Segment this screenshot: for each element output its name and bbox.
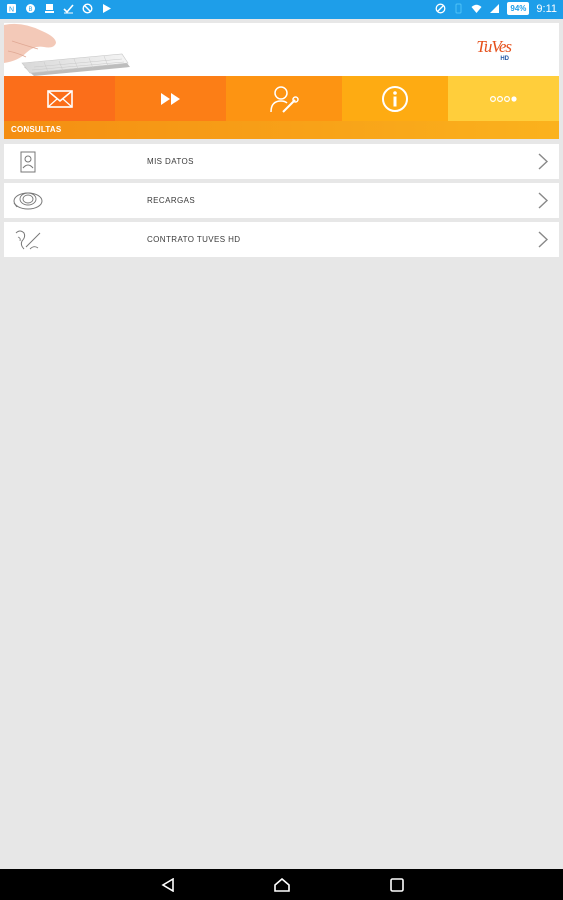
status-bar-system: 94% 9:11 (435, 2, 557, 15)
list-item-label: CONTRATO TUVES HD (147, 235, 241, 244)
list-item-recargas[interactable]: RECARGAS (4, 183, 559, 218)
section-header: CONSULTAS (4, 121, 559, 139)
back-icon[interactable] (160, 878, 176, 892)
toolbar-forward-button[interactable] (115, 76, 226, 121)
globe-icon: B (26, 4, 35, 13)
wifi-icon (471, 4, 482, 13)
status-bar-notifications: N B (6, 3, 112, 14)
info-icon (382, 85, 408, 112)
app-header: TuVes HD (4, 23, 559, 76)
list-item-label: MIS DATOS (147, 157, 194, 166)
toolbar-info-button[interactable] (342, 76, 448, 121)
download-icon (45, 4, 54, 13)
more-dots-icon (489, 95, 517, 102)
signal-icon (490, 4, 500, 13)
home-icon[interactable] (274, 878, 290, 892)
sim-icon (455, 3, 462, 14)
notification-icon: N (7, 4, 16, 14)
tuves-logo-hd: HD (500, 56, 509, 62)
toolbar-more-button[interactable] (448, 76, 559, 121)
mail-icon (46, 89, 73, 108)
list-item-contrato[interactable]: CONTRATO TUVES HD (4, 222, 559, 257)
contract-signature-icon (15, 230, 41, 250)
battery-indicator: 94% (507, 2, 530, 15)
toolbar-user-settings-button[interactable] (226, 76, 342, 121)
check-icon (63, 4, 74, 14)
recent-apps-icon[interactable] (389, 878, 405, 892)
system-navigation-bar (0, 869, 563, 900)
status-bar: N B 94% 9:11 (0, 0, 563, 19)
main-toolbar (4, 76, 559, 121)
user-settings-icon (270, 85, 299, 113)
svg-text:N: N (9, 7, 14, 14)
fast-forward-icon (160, 92, 180, 105)
id-card-icon (20, 151, 36, 173)
consultas-list: MIS DATOS RECARGAS CONTRATO TUVES HD (4, 144, 559, 261)
blocked-icon (82, 3, 93, 14)
toolbar-mail-button[interactable] (4, 76, 115, 121)
list-item-label: RECARGAS (147, 196, 196, 205)
chevron-right-icon (538, 192, 549, 209)
do-not-disturb-icon (435, 3, 446, 14)
section-title: CONSULTAS (11, 125, 62, 134)
play-store-icon (103, 4, 111, 13)
clock: 9:11 (536, 2, 557, 15)
tuves-logo: TuVes (476, 37, 512, 56)
chevron-right-icon (538, 231, 549, 248)
svg-text:B: B (28, 7, 32, 13)
chevron-right-icon (538, 153, 549, 170)
list-item-mis-datos[interactable]: MIS DATOS (4, 144, 559, 179)
recharge-icon (13, 192, 43, 210)
keyboard-hand-image (4, 23, 132, 76)
